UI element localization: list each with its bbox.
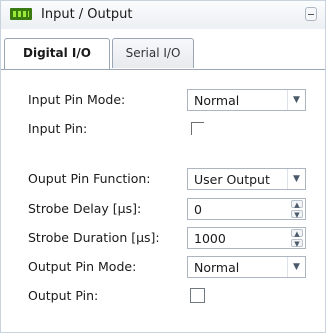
input-pin-mode-value: Normal xyxy=(194,93,240,108)
stepper-buttons: ▲ ▼ xyxy=(289,199,305,219)
output-pin-label: Output Pin: xyxy=(28,288,99,303)
output-pin-mode-label: Output Pin Mode: xyxy=(28,259,137,274)
input-pin-label: Input Pin: xyxy=(28,121,88,136)
tab-bar: Digital I/O Serial I/O xyxy=(1,29,325,70)
spin-down-icon[interactable]: ▼ xyxy=(291,210,303,219)
chevron-down-icon[interactable]: ▼ xyxy=(287,257,305,277)
strobe-delay-stepper[interactable]: 0 ▲ ▼ xyxy=(187,198,306,220)
strobe-duration-label: Strobe Duration [µs]: xyxy=(28,230,160,245)
input-output-panel: Input / Output Digital I/O Serial I/O In… xyxy=(0,0,326,333)
input-pin-checkbox[interactable] xyxy=(191,122,204,135)
stepper-buttons: ▲ ▼ xyxy=(289,228,305,248)
tab-digital-io[interactable]: Digital I/O xyxy=(4,38,110,69)
spin-up-icon[interactable]: ▲ xyxy=(291,200,303,209)
io-board-icon xyxy=(10,8,32,20)
panel-title: Input / Output xyxy=(41,7,133,22)
spin-down-icon[interactable]: ▼ xyxy=(291,239,303,248)
input-pin-mode-select[interactable]: Normal ▼ xyxy=(187,89,306,111)
output-pin-mode-value: Normal xyxy=(194,260,240,275)
strobe-delay-label: Strobe Delay [µs]: xyxy=(28,201,142,216)
strobe-duration-stepper[interactable]: 1000 ▲ ▼ xyxy=(187,227,306,249)
chevron-down-icon[interactable]: ▼ xyxy=(287,169,305,189)
strobe-delay-value: 0 xyxy=(194,202,202,217)
strobe-duration-value: 1000 xyxy=(194,231,226,246)
output-pin-function-select[interactable]: User Output ▼ xyxy=(187,168,306,190)
output-pin-function-value: User Output xyxy=(194,172,270,187)
collapse-icon[interactable] xyxy=(305,7,317,21)
input-pin-mode-label: Input Pin Mode: xyxy=(28,92,126,107)
output-pin-mode-select[interactable]: Normal ▼ xyxy=(187,256,306,278)
output-pin-function-label: Ouput Pin Function: xyxy=(28,171,151,186)
chevron-down-icon[interactable]: ▼ xyxy=(287,90,305,110)
spin-up-icon[interactable]: ▲ xyxy=(291,229,303,238)
panel-titlebar: Input / Output xyxy=(1,1,325,30)
output-pin-checkbox[interactable] xyxy=(190,288,205,303)
tab-serial-io[interactable]: Serial I/O xyxy=(112,38,194,68)
